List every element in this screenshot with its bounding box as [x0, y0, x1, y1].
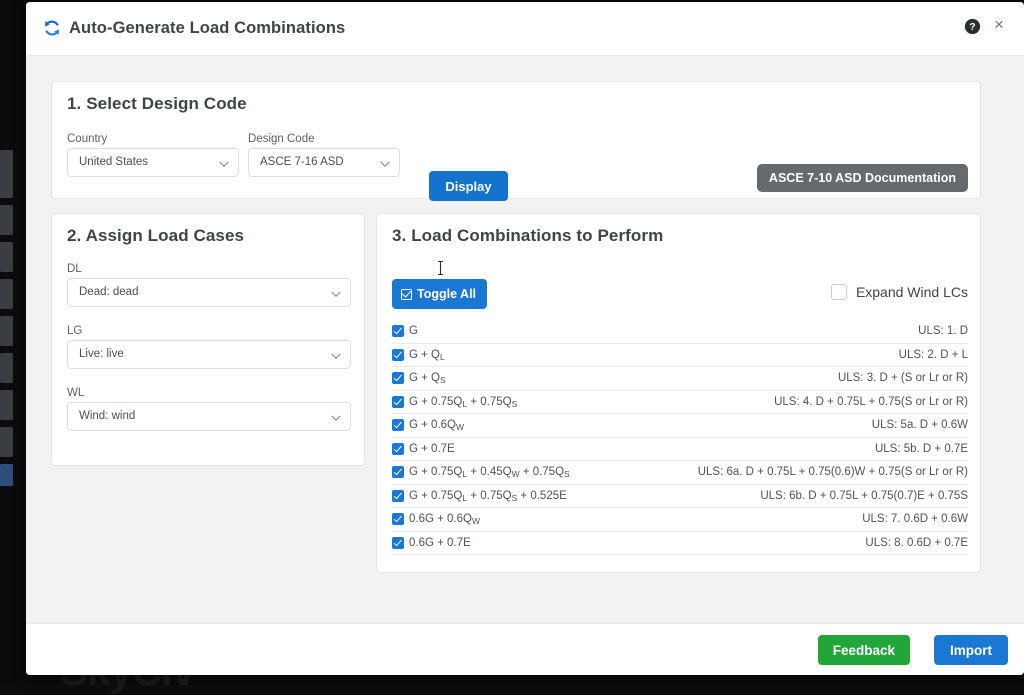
combination-formula: G + 0.7E — [409, 443, 455, 455]
combination-row[interactable]: 0.6G + 0.6QW ULS: 7. 0.6D + 0.6W — [392, 508, 968, 532]
combination-formula: G + 0.75QL + 0.75QS — [409, 396, 517, 408]
backdrop-rail-item — [0, 316, 13, 346]
combination-description: ULS: 1. D — [918, 325, 968, 337]
combination-formula: 0.6G + 0.6QW — [409, 513, 480, 525]
design-code-section-title: 1. Select Design Code — [67, 94, 247, 114]
combination-row[interactable]: G ULS: 1. D — [392, 320, 968, 344]
combination-description: ULS: 3. D + (S or Lr or R) — [838, 372, 968, 384]
load-case-label-lg: LG — [67, 325, 82, 337]
toggle-all-label: Toggle All — [417, 287, 476, 301]
load-cases-section-title: 2. Assign Load Cases — [67, 226, 244, 246]
load-case-select-lg[interactable]: Live: live — [67, 340, 351, 369]
combination-checkbox[interactable] — [392, 372, 404, 384]
combination-description: ULS: 4. D + 0.75L + 0.75(S or Lr or R) — [774, 396, 968, 408]
combination-description: ULS: 7. 0.6D + 0.6W — [862, 513, 968, 525]
country-label: Country — [67, 133, 107, 145]
combination-formula: G + QS — [409, 372, 446, 384]
chevron-down-icon — [331, 413, 341, 420]
feedback-button[interactable]: Feedback — [818, 635, 910, 665]
combination-checkbox[interactable] — [392, 325, 404, 337]
import-button[interactable]: Import — [934, 635, 1008, 665]
chevron-down-icon — [331, 351, 341, 358]
backdrop-rail-item — [0, 427, 13, 457]
text-cursor-icon — [437, 260, 444, 276]
combination-checkbox[interactable] — [392, 513, 404, 525]
combination-description: ULS: 5a. D + 0.6W — [872, 419, 968, 431]
combination-formula: G + 0.75QL + 0.75QS + 0.525E — [409, 490, 567, 502]
combination-formula: G + 0.75QL + 0.45QW + 0.75QS — [409, 466, 570, 478]
load-case-value-lg: Live: live — [79, 348, 124, 360]
backdrop-rail-item — [0, 353, 13, 383]
load-case-value-wl: Wind: wind — [79, 410, 135, 422]
expand-wind-lcs-control[interactable]: Expand Wind LCs — [831, 284, 968, 300]
close-icon[interactable]: × — [990, 16, 1008, 34]
combination-row[interactable]: G + 0.75QL + 0.75QS + 0.525E ULS: 6b. D +… — [392, 485, 968, 509]
combination-checkbox[interactable] — [392, 349, 404, 361]
combination-row[interactable]: G + 0.6QW ULS: 5a. D + 0.6W — [392, 414, 968, 438]
dialog-header: Auto-Generate Load Combinations ? × — [26, 2, 1024, 56]
design-code-select-value: ASCE 7-16 ASD — [260, 156, 344, 168]
load-cases-section: 2. Assign Load Cases DL Dead: dead LG Li… — [51, 213, 365, 466]
combination-row[interactable]: 0.6G + 0.7E ULS: 8. 0.6D + 0.7E — [392, 532, 968, 556]
combination-formula: 0.6G + 0.7E — [409, 537, 471, 549]
combination-description: ULS: 8. 0.6D + 0.7E — [865, 537, 968, 549]
load-combination-dialog: Auto-Generate Load Combinations ? × 1. S… — [26, 2, 1024, 675]
svg-text:?: ? — [969, 22, 975, 33]
toggle-all-button[interactable]: Toggle All — [392, 279, 487, 309]
combination-formula: G + 0.6QW — [409, 419, 464, 431]
design-code-section: 1. Select Design Code Country United Sta… — [51, 81, 981, 199]
combination-row[interactable]: G + QL ULS: 2. D + L — [392, 344, 968, 368]
load-combinations-section: 3. Load Combinations to Perform Toggle A… — [376, 213, 981, 573]
country-select-value: United States — [79, 156, 148, 168]
combination-description: ULS: 5b. D + 0.7E — [875, 443, 968, 455]
combination-checkbox[interactable] — [392, 537, 404, 549]
dialog-footer: Feedback Import — [26, 623, 1024, 675]
backdrop-rail-item — [0, 242, 13, 272]
combination-checkbox[interactable] — [392, 396, 404, 408]
backdrop-rail-item — [0, 464, 13, 486]
combination-description: ULS: 2. D + L — [899, 349, 968, 361]
sync-icon — [40, 16, 64, 40]
documentation-button[interactable]: ASCE 7-10 ASD Documentation — [757, 164, 968, 192]
display-button[interactable]: Display — [429, 171, 508, 201]
backdrop-rail-item — [0, 205, 13, 235]
chevron-down-icon — [219, 159, 229, 166]
load-combinations-section-title: 3. Load Combinations to Perform — [392, 226, 663, 246]
combination-list: G ULS: 1. D G + QL ULS: 2. D + L G + QS ULS: … — [392, 320, 968, 555]
help-icon[interactable]: ? — [964, 18, 981, 35]
chevron-down-icon — [331, 289, 341, 296]
check-square-icon — [401, 289, 412, 300]
combination-row[interactable]: G + 0.7E ULS: 5b. D + 0.7E — [392, 438, 968, 462]
load-case-label-dl: DL — [67, 263, 82, 275]
combination-row[interactable]: G + QS ULS: 3. D + (S or Lr or R) — [392, 367, 968, 391]
backdrop-rail-item — [0, 150, 13, 198]
load-case-label-wl: WL — [67, 387, 84, 399]
design-code-select[interactable]: ASCE 7-16 ASD — [248, 148, 400, 177]
expand-wind-lcs-label: Expand Wind LCs — [856, 284, 968, 300]
load-case-select-wl[interactable]: Wind: wind — [67, 402, 351, 431]
expand-wind-lcs-checkbox[interactable] — [831, 284, 847, 300]
combination-row[interactable]: G + 0.75QL + 0.45QW + 0.75QS ULS: 6a. D +… — [392, 461, 968, 485]
combination-formula: G — [409, 325, 418, 337]
load-case-select-dl[interactable]: Dead: dead — [67, 278, 351, 307]
combination-checkbox[interactable] — [392, 466, 404, 478]
chevron-down-icon — [380, 159, 390, 166]
combination-row[interactable]: G + 0.75QL + 0.75QS ULS: 4. D + 0.75L + 0… — [392, 391, 968, 415]
load-case-value-dl: Dead: dead — [79, 286, 138, 298]
combination-description: ULS: 6a. D + 0.75L + 0.75(0.6)W + 0.75(S… — [698, 466, 968, 478]
country-select[interactable]: United States — [67, 148, 239, 177]
combination-description: ULS: 6b. D + 0.75L + 0.75(0.7)E + 0.75S — [760, 490, 968, 502]
backdrop-rail-item — [0, 390, 13, 420]
combination-checkbox[interactable] — [392, 490, 404, 502]
combination-checkbox[interactable] — [392, 443, 404, 455]
dialog-body: 1. Select Design Code Country United Sta… — [26, 56, 1024, 623]
design-code-label: Design Code — [248, 133, 314, 145]
combination-formula: G + QL — [409, 349, 445, 361]
combination-checkbox[interactable] — [392, 419, 404, 431]
dialog-title: Auto-Generate Load Combinations — [69, 19, 345, 38]
backdrop-rail-item — [0, 279, 13, 309]
